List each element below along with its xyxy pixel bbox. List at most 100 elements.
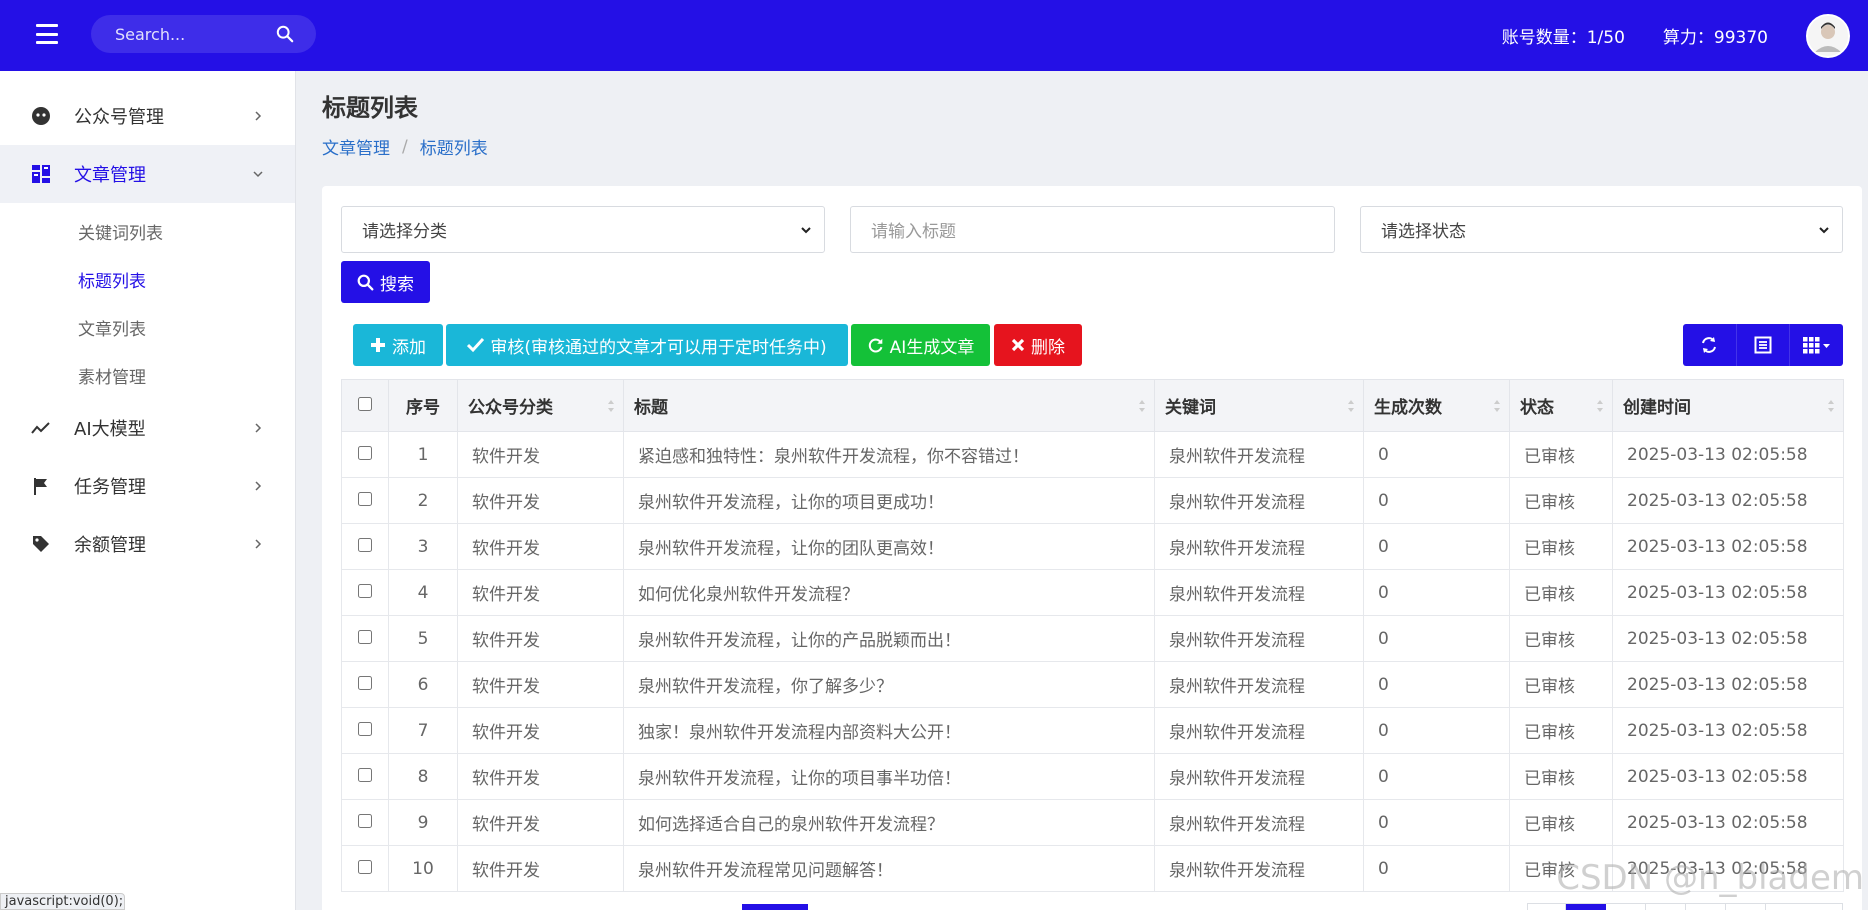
row-created-time: 2025-03-13 02:05:58: [1612, 523, 1844, 570]
chevron-down-icon: [1819, 227, 1829, 234]
sidebar-subitem-materials[interactable]: 素材管理: [0, 351, 295, 399]
row-select-cell: [341, 799, 389, 846]
page-size-button[interactable]: [742, 904, 808, 910]
refresh-table-button[interactable]: [1683, 324, 1736, 366]
row-category: 软件开发: [457, 753, 624, 800]
row-checkbox[interactable]: [358, 537, 372, 552]
row-checkbox[interactable]: [358, 583, 372, 598]
table-row[interactable]: 9 软件开发 如何选择适合自己的泉州软件开发流程？ 泉州软件开发流程 0 已审核 2025-…: [341, 799, 1844, 846]
page-button[interactable]: [1528, 904, 1566, 910]
column-header[interactable]: 关键词: [1154, 379, 1364, 432]
row-status: 已审核: [1509, 615, 1613, 662]
sidebar-item-balance[interactable]: 余额管理: [0, 515, 295, 573]
column-header[interactable]: 序号: [388, 379, 458, 432]
row-checkbox[interactable]: [358, 675, 372, 690]
row-select-cell: [341, 753, 389, 800]
row-generate-count: 0: [1363, 799, 1510, 846]
row-checkbox[interactable]: [358, 859, 372, 874]
table-row[interactable]: 3 软件开发 泉州软件开发流程，让你的团队更高效！ 泉州软件开发流程 0 已审核 2025-…: [341, 523, 1844, 570]
row-category: 软件开发: [457, 569, 624, 616]
search-input[interactable]: [115, 24, 265, 44]
table-row[interactable]: 5 软件开发 泉州软件开发流程，让你的产品脱颖而出！ 泉州软件开发流程 0 已审核 2025…: [341, 615, 1844, 662]
page-title: 标题列表: [322, 94, 418, 122]
search-box: [91, 15, 316, 53]
row-number: 7: [388, 707, 458, 754]
row-checkbox[interactable]: [358, 445, 372, 460]
breadcrumb-separator: /: [402, 136, 408, 157]
breadcrumb: 文章管理 / 标题列表: [322, 134, 488, 160]
search-button[interactable]: 搜索: [341, 261, 430, 303]
table-row[interactable]: 8 软件开发 泉州软件开发流程，让你的项目事半功倍！ 泉州软件开发流程 0 已审核 2025…: [341, 753, 1844, 800]
breadcrumb-link-article-management[interactable]: 文章管理: [322, 134, 390, 159]
row-checkbox[interactable]: [358, 767, 372, 782]
add-button-label: 添加: [392, 337, 426, 358]
table-row[interactable]: 2 软件开发 泉州软件开发流程，让你的项目更成功！ 泉州软件开发流程 0 已审核 2025-…: [341, 477, 1844, 524]
page-button-active[interactable]: [1566, 904, 1606, 910]
row-checkbox[interactable]: [358, 721, 372, 736]
row-checkbox[interactable]: [358, 629, 372, 644]
chevron-down-icon: [253, 171, 263, 178]
status-select-value: 请选择状态: [1381, 222, 1466, 242]
select-all-checkbox[interactable]: [358, 396, 372, 411]
column-header[interactable]: 标题: [623, 379, 1155, 432]
page-button[interactable]: [1766, 904, 1806, 910]
column-header[interactable]: 创建时间: [1612, 379, 1844, 432]
sidebar-item-label: AI大模型: [74, 419, 146, 440]
page-button[interactable]: [1686, 904, 1726, 910]
sidebar-item-wechat-accounts[interactable]: 公众号管理: [0, 87, 295, 145]
table-row[interactable]: 7 软件开发 独家！泉州软件开发流程内部资料大公开！ 泉州软件开发流程 0 已审核 2025…: [341, 707, 1844, 754]
sidebar-item-ai-models[interactable]: AI大模型: [0, 399, 295, 457]
sidebar: 公众号管理 文章管理 关键词列表 标题列表 文章列表 素材管理 AI大模型 任务…: [0, 71, 296, 910]
sidebar-subitem-keywords[interactable]: 关键词列表: [0, 207, 295, 255]
toggle-view-button[interactable]: [1735, 324, 1790, 366]
sidebar-subitem-articles[interactable]: 文章列表: [0, 303, 295, 351]
delete-button[interactable]: 删除: [994, 324, 1082, 366]
category-select[interactable]: 请选择分类: [341, 206, 825, 253]
avatar[interactable]: [1806, 13, 1850, 58]
sort-icon: [1139, 400, 1145, 412]
titles-table: 序号 公众号分类 标题 关键词 生成次数 状态 创建时间 1 软件开发 紧迫感和独特…: [341, 379, 1844, 892]
chevron-down-icon: [801, 227, 811, 234]
row-category: 软件开发: [457, 615, 624, 662]
ai-generate-button-label: AI生成文章: [889, 337, 975, 358]
table-row[interactable]: 6 软件开发 泉州软件开发流程，你了解多少？ 泉州软件开发流程 0 已审核 2025-03-…: [341, 661, 1844, 708]
add-button[interactable]: 添加: [353, 324, 443, 366]
column-header[interactable]: 公众号分类: [457, 379, 624, 432]
review-button[interactable]: 审核(审核通过的文章才可以用于定时任务中): [446, 324, 848, 366]
chevron-right-icon: [255, 111, 262, 121]
refresh-icon: [1702, 337, 1717, 353]
page-button[interactable]: [1606, 904, 1646, 910]
column-header-label: 状态: [1520, 398, 1554, 418]
page-button[interactable]: [1726, 904, 1766, 910]
row-number: 4: [388, 569, 458, 616]
table-row[interactable]: 1 软件开发 紧迫感和独特性：泉州软件开发流程，你不容错过！ 泉州软件开发流程 0 已审核…: [341, 431, 1844, 478]
sidebar-item-article-management[interactable]: 文章管理: [0, 145, 295, 203]
column-header[interactable]: 状态: [1509, 379, 1613, 432]
row-title: 泉州软件开发流程，你了解多少？: [623, 661, 1155, 708]
sidebar-item-label: 文章管理: [74, 165, 146, 186]
columns-toggle-button[interactable]: [1789, 324, 1843, 366]
search-icon[interactable]: [276, 25, 294, 43]
menu-toggle-icon[interactable]: [36, 24, 58, 44]
ai-generate-button[interactable]: AI生成文章: [851, 324, 990, 366]
row-category: 软件开发: [457, 431, 624, 478]
sidebar-item-tasks[interactable]: 任务管理: [0, 457, 295, 515]
row-number: 1: [388, 431, 458, 478]
grid-columns-icon: [1802, 337, 1830, 354]
sidebar-subitem-titles[interactable]: 标题列表: [0, 255, 295, 303]
trend-line-icon: [30, 417, 52, 439]
page-button[interactable]: [1646, 904, 1686, 910]
row-checkbox[interactable]: [358, 813, 372, 828]
title-input[interactable]: 请输入标题: [850, 206, 1335, 253]
column-header[interactable]: 生成次数: [1363, 379, 1510, 432]
table-row[interactable]: 4 软件开发 如何优化泉州软件开发流程？ 泉州软件开发流程 0 已审核 2025-03-13…: [341, 569, 1844, 616]
row-number: 10: [388, 845, 458, 892]
row-keyword: 泉州软件开发流程: [1154, 845, 1364, 892]
status-select[interactable]: 请选择状态: [1360, 206, 1843, 253]
list-view-icon: [1754, 336, 1772, 354]
watermark: CSDN @n_bladem: [1556, 858, 1864, 898]
row-keyword: 泉州软件开发流程: [1154, 799, 1364, 846]
row-checkbox[interactable]: [358, 491, 372, 506]
select-all-cell: [341, 379, 389, 432]
row-created-time: 2025-03-13 02:05:58: [1612, 799, 1844, 846]
